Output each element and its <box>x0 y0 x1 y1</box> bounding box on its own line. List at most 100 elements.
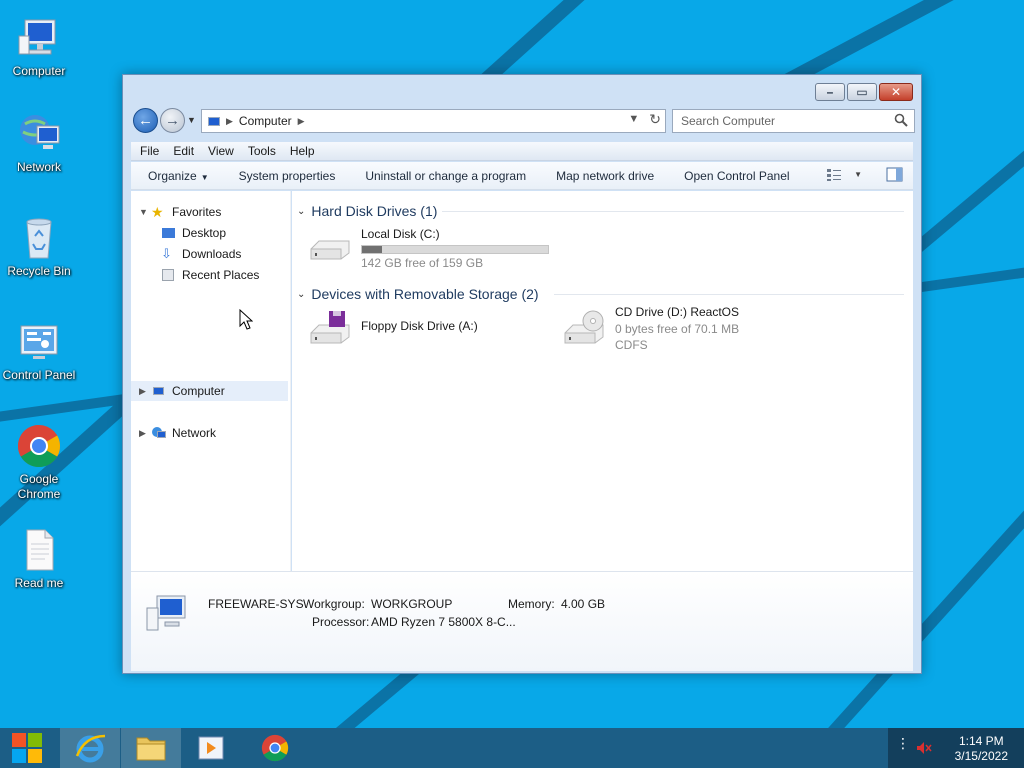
drive-c-name: Local Disk (C:) <box>361 227 440 241</box>
breadcrumb-computer[interactable]: Computer <box>239 114 292 128</box>
clock[interactable]: 1:14 PM 3/15/2022 <box>955 734 1008 764</box>
drive-d-name: CD Drive (D:) ReactOS <box>615 305 740 319</box>
breadcrumb-separator-icon[interactable]: ▶ <box>226 116 233 127</box>
clock-date: 3/15/2022 <box>954 749 1008 763</box>
details-view-icon <box>827 168 842 181</box>
nav-computer[interactable]: ▶ Computer <box>131 381 288 401</box>
breadcrumb-chevron-icon[interactable]: ▶ <box>298 116 305 127</box>
taskbar-google-chrome[interactable] <box>245 728 305 768</box>
hard-drive-icon <box>307 227 353 267</box>
group-hard-disk-drives[interactable]: ⌄ Hard Disk Drives (1) <box>297 203 437 219</box>
expand-icon[interactable]: ▶ <box>139 428 151 439</box>
drive-floppy-a[interactable]: Floppy Disk Drive (A:) <box>307 309 478 349</box>
folder-icon <box>136 737 166 761</box>
collapse-group-icon[interactable]: ⌄ <box>297 206 305 217</box>
chrome-icon <box>15 422 63 470</box>
explorer-window[interactable]: – ▭ ✕ ← → ▼ ▶ Computer ▶ ▼ ↻ Search Comp… <box>122 74 922 674</box>
clock-time: 1:14 PM <box>958 734 1004 748</box>
mouse-cursor-icon <box>239 308 254 334</box>
address-dropdown-icon[interactable]: ▼ <box>628 113 639 125</box>
menu-view[interactable]: View <box>208 144 234 158</box>
system-tray: ⋮ 1:14 PM 3/15/2022 <box>888 728 1024 768</box>
menu-bar: File Edit View Tools Help <box>131 142 913 161</box>
collapse-group-icon[interactable]: ⌄ <box>297 289 305 300</box>
desktop-icon-computer[interactable]: Computer <box>0 14 79 79</box>
menu-file[interactable]: File <box>140 144 159 158</box>
menu-edit[interactable]: Edit <box>173 144 194 158</box>
restore-icon: ▭ <box>856 85 868 99</box>
star-icon: ★ <box>151 204 164 220</box>
floppy-drive-icon <box>307 309 353 349</box>
memory-label: Memory: <box>508 597 555 611</box>
search-placeholder: Search Computer <box>681 114 776 128</box>
drive-c-free-space: 142 GB free of 159 GB <box>361 256 484 270</box>
system-properties-button[interactable]: System properties <box>239 169 336 183</box>
desktop-icon-google-chrome[interactable]: Google Chrome <box>0 422 79 502</box>
address-row: ← → ▼ ▶ Computer ▶ ▼ ↻ Search Computer <box>131 107 915 135</box>
text-document-icon <box>15 526 63 574</box>
nav-desktop[interactable]: Desktop <box>161 223 226 243</box>
address-bar[interactable]: ▶ Computer ▶ ▼ ↻ <box>201 109 666 133</box>
menu-tools[interactable]: Tools <box>248 144 276 158</box>
tray-overflow-icon[interactable]: ⋮ <box>896 736 910 750</box>
computer-large-icon <box>145 594 189 631</box>
nav-recent-places[interactable]: Recent Places <box>161 265 259 285</box>
command-bar: Organize ▼ System properties Uninstall or… <box>131 162 913 190</box>
computer-small-icon <box>151 384 167 398</box>
drive-d-free-space: 0 bytes free of 70.1 MB <box>615 322 740 336</box>
taskbar-media-player[interactable] <box>182 728 242 768</box>
chrome-icon <box>261 734 289 762</box>
content-pane: ⌄ Hard Disk Drives (1) Local Disk (C:) 1… <box>292 191 913 571</box>
arrow-right-icon: → <box>165 112 180 129</box>
group-removable-storage[interactable]: ⌄ Devices with Removable Storage (2) <box>297 286 539 302</box>
network-icon <box>15 110 63 158</box>
desktop-icon-control-panel[interactable]: Control Panel <box>0 318 79 383</box>
processor-label: Processor: <box>312 615 370 629</box>
recycle-bin-icon <box>15 214 63 262</box>
volume-muted-icon[interactable] <box>916 741 932 758</box>
arrow-left-icon: ← <box>138 112 153 129</box>
recent-pages-dropdown[interactable]: ▼ <box>187 115 196 125</box>
map-network-drive-button[interactable]: Map network drive <box>556 169 654 183</box>
network-small-icon <box>151 426 167 440</box>
start-button[interactable] <box>0 728 54 768</box>
view-options-button[interactable]: ▼ <box>826 168 862 182</box>
cd-drive-icon <box>561 309 607 349</box>
drive-cd-d[interactable]: CD Drive (D:) ReactOS 0 bytes free of 70… <box>561 305 740 352</box>
desktop-icon-recycle-bin[interactable]: Recycle Bin <box>0 214 79 279</box>
menu-help[interactable]: Help <box>290 144 315 158</box>
preview-pane-icon[interactable] <box>886 167 903 182</box>
nav-network[interactable]: ▶ Network <box>139 423 216 443</box>
close-button[interactable]: ✕ <box>879 83 913 101</box>
desktop-icon-read-me[interactable]: Read me <box>0 526 79 591</box>
taskbar-internet-explorer[interactable] <box>60 728 120 768</box>
forward-button[interactable]: → <box>160 108 185 133</box>
minimize-button[interactable]: – <box>815 83 845 101</box>
workgroup-value: WORKGROUP <box>371 597 453 611</box>
nav-downloads[interactable]: ⇩ Downloads <box>161 244 241 264</box>
taskbar-file-explorer[interactable] <box>121 728 181 768</box>
computer-small-icon <box>208 116 220 126</box>
processor-value: AMD Ryzen 7 5800X 8-C... <box>371 615 516 629</box>
nav-favorites[interactable]: ▼ ★ Favorites <box>139 202 221 222</box>
search-input[interactable]: Search Computer <box>672 109 915 133</box>
search-icon[interactable] <box>894 113 908 130</box>
workgroup-label: Workgroup: <box>303 597 365 611</box>
drive-c-usage-fill <box>362 246 382 253</box>
collapse-icon[interactable]: ▼ <box>139 207 151 217</box>
downloads-icon: ⇩ <box>161 246 172 261</box>
organize-button[interactable]: Organize ▼ <box>148 169 209 183</box>
dropdown-arrow-icon: ▼ <box>200 172 209 182</box>
desktop-folder-icon <box>161 226 177 240</box>
maximize-button[interactable]: ▭ <box>847 83 877 101</box>
back-button[interactable]: ← <box>133 108 158 133</box>
group-divider <box>442 211 904 212</box>
uninstall-program-button[interactable]: Uninstall or change a program <box>365 169 526 183</box>
windows-logo-icon <box>12 733 42 763</box>
expand-icon[interactable]: ▶ <box>139 386 151 397</box>
drive-local-disk-c[interactable]: Local Disk (C:) 142 GB free of 159 GB <box>307 227 549 270</box>
minimize-icon: – <box>826 85 834 99</box>
desktop-icon-network[interactable]: Network <box>0 110 79 175</box>
refresh-icon[interactable]: ↻ <box>649 112 661 126</box>
open-control-panel-button[interactable]: Open Control Panel <box>684 169 789 183</box>
